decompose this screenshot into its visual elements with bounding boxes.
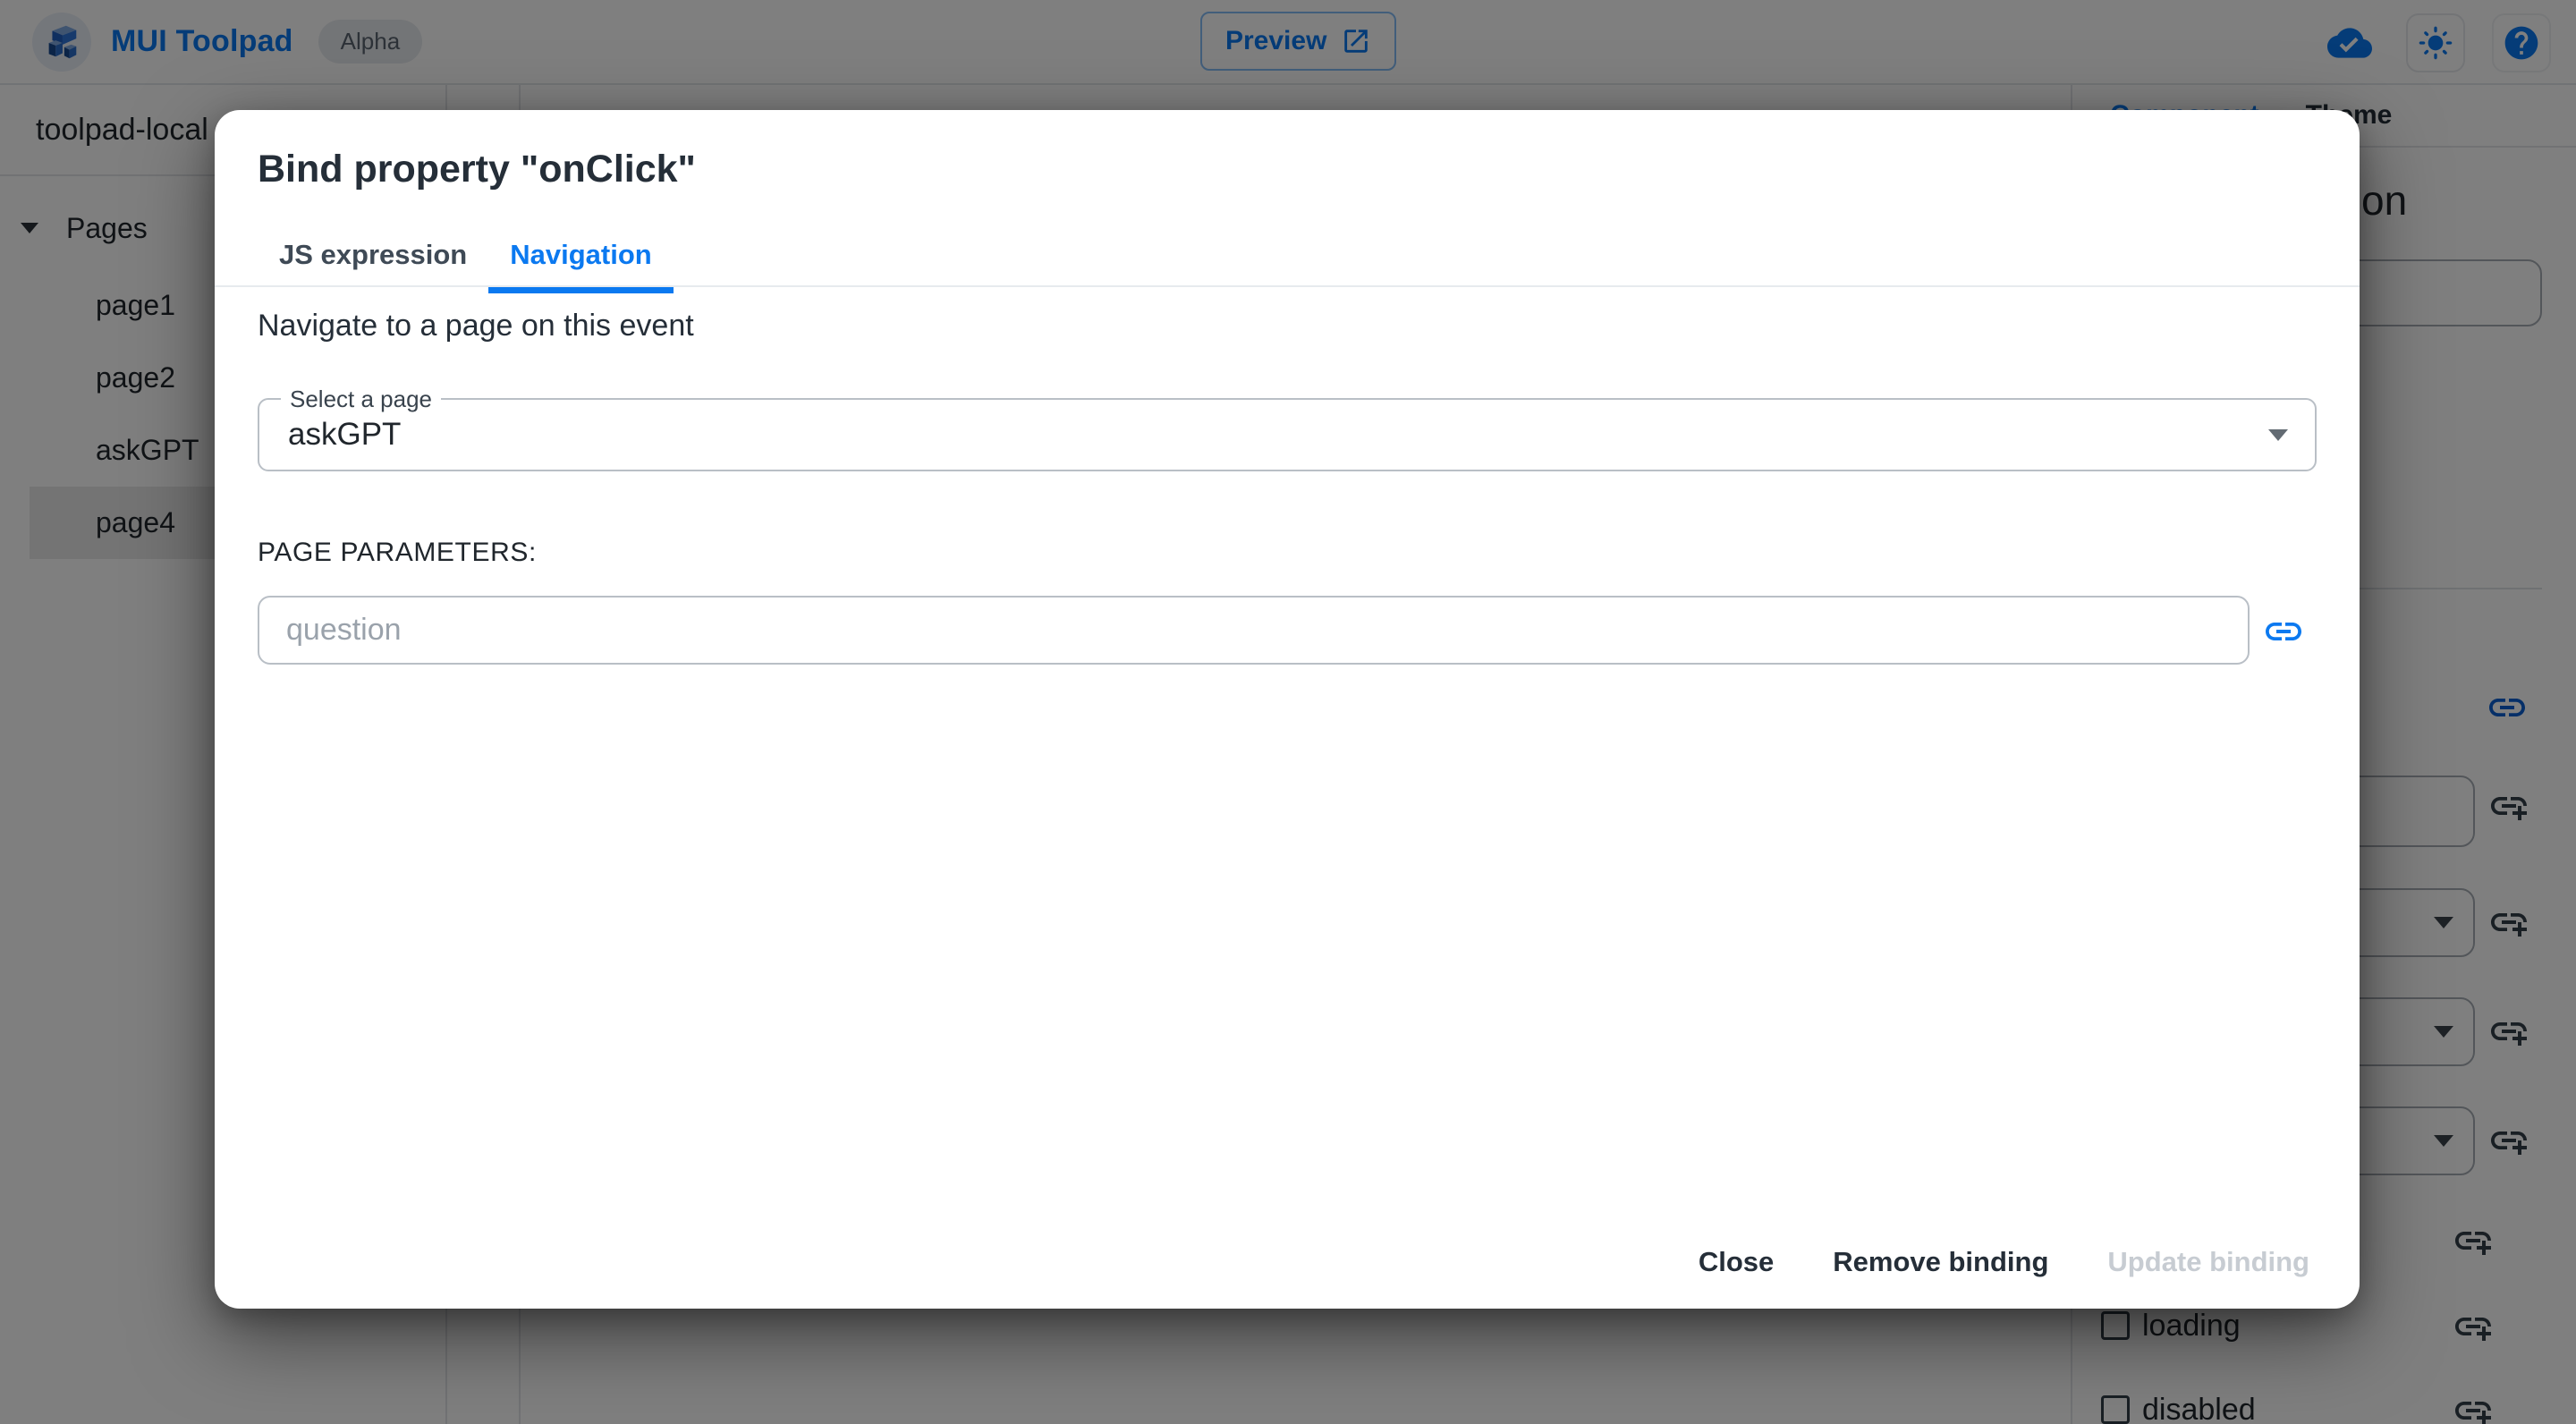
dialog-description: Navigate to a page on this event	[258, 309, 694, 343]
question-parameter-input[interactable]	[258, 596, 2250, 665]
tab-navigation[interactable]: Navigation	[488, 228, 674, 293]
select-page-dropdown[interactable]: Select a page askGPT	[258, 386, 2317, 471]
tabs-divider	[215, 285, 2360, 287]
chevron-down-icon	[2268, 429, 2288, 441]
close-button[interactable]: Close	[1681, 1233, 1792, 1291]
dialog-footer: Close Remove binding Update binding	[1681, 1233, 2327, 1291]
tab-js-expression[interactable]: JS expression	[258, 228, 488, 293]
remove-binding-button[interactable]: Remove binding	[1815, 1233, 2066, 1291]
page-parameters-heading: PAGE PARAMETERS:	[258, 538, 537, 567]
select-page-value: askGPT	[288, 417, 402, 452]
dialog-tabs: JS expression Navigation	[258, 228, 674, 293]
app-screen: MUI Toolpad Alpha Preview	[0, 0, 2576, 1424]
link-icon	[2266, 623, 2301, 640]
dialog-title: Bind property "onClick"	[258, 148, 696, 191]
bind-property-dialog: Bind property "onClick" JS expression Na…	[215, 110, 2360, 1309]
bind-parameter-button[interactable]	[2262, 610, 2305, 653]
select-page-label: Select a page	[281, 386, 442, 413]
update-binding-button[interactable]: Update binding	[2089, 1233, 2327, 1291]
